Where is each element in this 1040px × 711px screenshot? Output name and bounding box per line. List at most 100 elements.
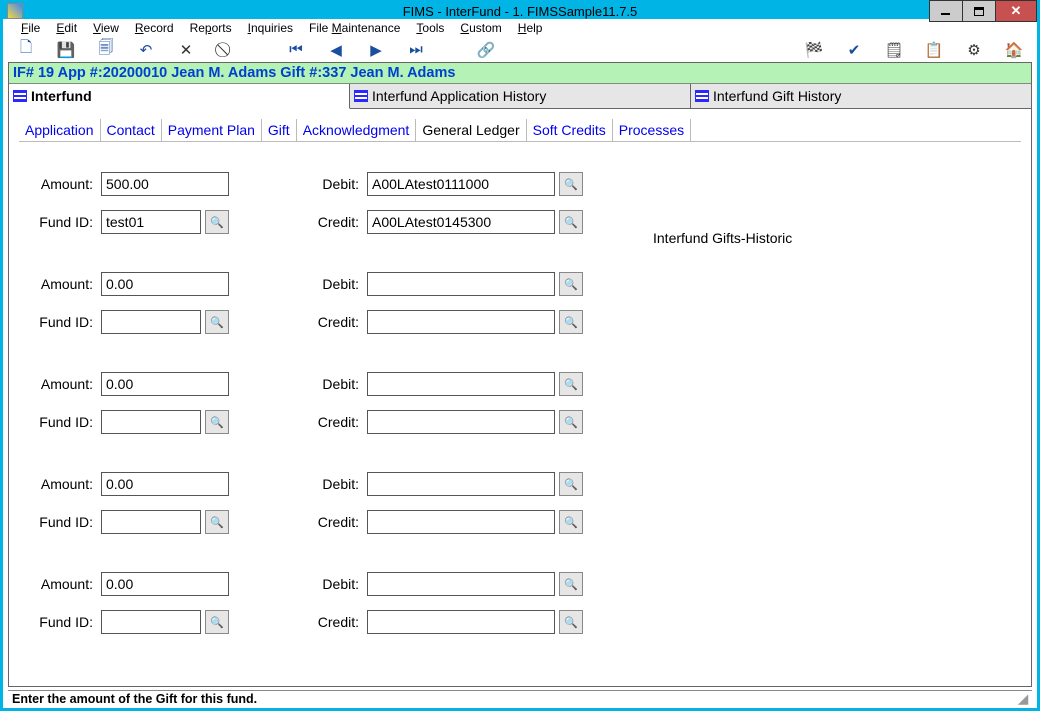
lookup-btn[interactable]: 🔍 <box>205 210 229 234</box>
grid-icon <box>13 90 27 102</box>
credit-label: Credit: <box>309 314 359 330</box>
fundid-input-2[interactable] <box>101 310 201 334</box>
menu-edit[interactable]: Edit <box>48 19 85 37</box>
debit-input-5[interactable] <box>367 572 555 596</box>
menu-help[interactable]: Help <box>510 19 551 37</box>
lookup-btn[interactable]: 🔍 <box>205 410 229 434</box>
save-icon[interactable]: 💾 <box>57 41 75 59</box>
maximize-button[interactable] <box>962 0 996 22</box>
settings-icon[interactable]: ⚙ <box>965 41 983 59</box>
subtab-application[interactable]: Application <box>19 119 101 141</box>
calculator-icon[interactable]: 🗒 <box>885 41 903 59</box>
credit-label: Credit: <box>309 514 359 530</box>
debit-label: Debit: <box>309 176 359 192</box>
flag-icon[interactable]: 🏁 <box>805 41 823 59</box>
maximize-icon <box>974 7 984 16</box>
debit-input-1[interactable] <box>367 172 555 196</box>
row-pair-3: Amount: Fund ID: 🔍 Debit: <box>33 372 1007 434</box>
subtab-contact[interactable]: Contact <box>101 119 162 141</box>
menu-inquiries[interactable]: Inquiries <box>240 19 301 37</box>
menu-custom[interactable]: Custom <box>452 19 509 37</box>
credit-label: Credit: <box>309 214 359 230</box>
close-button[interactable]: ✕ <box>995 0 1037 22</box>
minimize-button[interactable] <box>929 0 963 22</box>
lookup-btn[interactable]: 🔍 <box>559 572 583 596</box>
menu-record[interactable]: Record <box>127 19 182 37</box>
lookup-btn[interactable]: 🔍 <box>559 172 583 196</box>
row-pair-2: Amount: Fund ID: 🔍 Debit: <box>33 272 1007 334</box>
lookup-btn[interactable]: 🔍 <box>559 610 583 634</box>
undo-icon[interactable]: ↶ <box>137 41 155 59</box>
row-pair-1: Amount: Fund ID: 🔍 Debit: <box>33 172 1007 234</box>
amount-input-2[interactable] <box>101 272 229 296</box>
lookup-btn[interactable]: 🔍 <box>559 472 583 496</box>
tab-interfund[interactable]: Interfund <box>9 84 350 109</box>
lookup-btn[interactable]: 🔍 <box>205 310 229 334</box>
credit-input-5[interactable] <box>367 610 555 634</box>
amount-input-5[interactable] <box>101 572 229 596</box>
lookup-btn[interactable]: 🔍 <box>559 372 583 396</box>
lookup-btn[interactable]: 🔍 <box>559 310 583 334</box>
prev-icon[interactable]: ◀ <box>327 41 345 59</box>
fundid-input-5[interactable] <box>101 610 201 634</box>
subtab-gift[interactable]: Gift <box>262 119 297 141</box>
amount-input-4[interactable] <box>101 472 229 496</box>
status-bar: Enter the amount of the Gift for this fu… <box>8 690 1032 706</box>
subtab-soft-credits[interactable]: Soft Credits <box>527 119 613 141</box>
subtab-acknowledgment[interactable]: Acknowledgment <box>297 119 417 141</box>
credit-input-3[interactable] <box>367 410 555 434</box>
copy-icon[interactable]: 🗐 <box>97 41 115 59</box>
spellcheck-icon[interactable]: ✔ <box>845 41 863 59</box>
debit-label: Debit: <box>309 376 359 392</box>
last-icon[interactable]: ⏭ <box>407 41 425 59</box>
menu-tools[interactable]: Tools <box>408 19 452 37</box>
subtab-payment-plan[interactable]: Payment Plan <box>162 119 262 141</box>
title-bar: FIMS - InterFund - 1. FIMSSample11.7.5 ✕ <box>3 3 1037 19</box>
delete-icon[interactable]: ✕ <box>177 41 195 59</box>
link-icon[interactable]: 🔗 <box>477 41 495 59</box>
credit-input-4[interactable] <box>367 510 555 534</box>
document-area: IF# 19 App #:20200010 Jean M. Adams Gift… <box>8 62 1032 687</box>
fundid-label: Fund ID: <box>33 514 93 530</box>
cancel-icon[interactable]: ⃠ <box>217 41 235 59</box>
row-pair-5: Amount: Fund ID: 🔍 Debit: <box>33 572 1007 634</box>
note-text: Interfund Gifts-Historic <box>653 230 792 246</box>
lookup-btn[interactable]: 🔍 <box>205 610 229 634</box>
lookup-btn[interactable]: 🔍 <box>205 510 229 534</box>
fundid-input-3[interactable] <box>101 410 201 434</box>
subtab-area: Application Contact Payment Plan Gift Ac… <box>9 109 1031 686</box>
grid-icon <box>695 90 709 102</box>
amount-input-1[interactable] <box>101 172 229 196</box>
tab-interfund-app-history[interactable]: Interfund Application History <box>350 84 691 108</box>
fundid-input-1[interactable] <box>101 210 201 234</box>
lookup-btn[interactable]: 🔍 <box>559 510 583 534</box>
subtab-processes[interactable]: Processes <box>613 119 691 141</box>
minimize-icon <box>941 7 951 16</box>
lookup-btn[interactable]: 🔍 <box>559 210 583 234</box>
fundid-label: Fund ID: <box>33 214 93 230</box>
debit-input-3[interactable] <box>367 372 555 396</box>
home-icon[interactable]: 🏠 <box>1005 41 1023 59</box>
menu-bar: File Edit View Record Reports Inquiries … <box>3 19 1037 37</box>
debit-label: Debit: <box>309 576 359 592</box>
debit-input-2[interactable] <box>367 272 555 296</box>
lookup-btn[interactable]: 🔍 <box>559 272 583 296</box>
menu-view[interactable]: View <box>85 19 127 37</box>
fundid-input-4[interactable] <box>101 510 201 534</box>
menu-reports[interactable]: Reports <box>182 19 240 37</box>
menu-file-maintenance[interactable]: File Maintenance <box>301 19 408 37</box>
lookup-btn[interactable]: 🔍 <box>559 410 583 434</box>
debit-input-4[interactable] <box>367 472 555 496</box>
menu-file[interactable]: File <box>13 19 48 37</box>
subtab-general-ledger[interactable]: General Ledger <box>416 119 526 141</box>
notes-icon[interactable]: 📋 <box>925 41 943 59</box>
amount-input-3[interactable] <box>101 372 229 396</box>
credit-input-2[interactable] <box>367 310 555 334</box>
amount-label: Amount: <box>33 276 93 292</box>
tab-interfund-gift-history[interactable]: Interfund Gift History <box>691 84 1031 108</box>
first-icon[interactable]: ⏮ <box>287 41 305 59</box>
context-bar: IF# 19 App #:20200010 Jean M. Adams Gift… <box>9 63 1031 84</box>
next-icon[interactable]: ▶ <box>367 41 385 59</box>
credit-input-1[interactable] <box>367 210 555 234</box>
new-icon[interactable]: 🗋 <box>17 41 35 59</box>
